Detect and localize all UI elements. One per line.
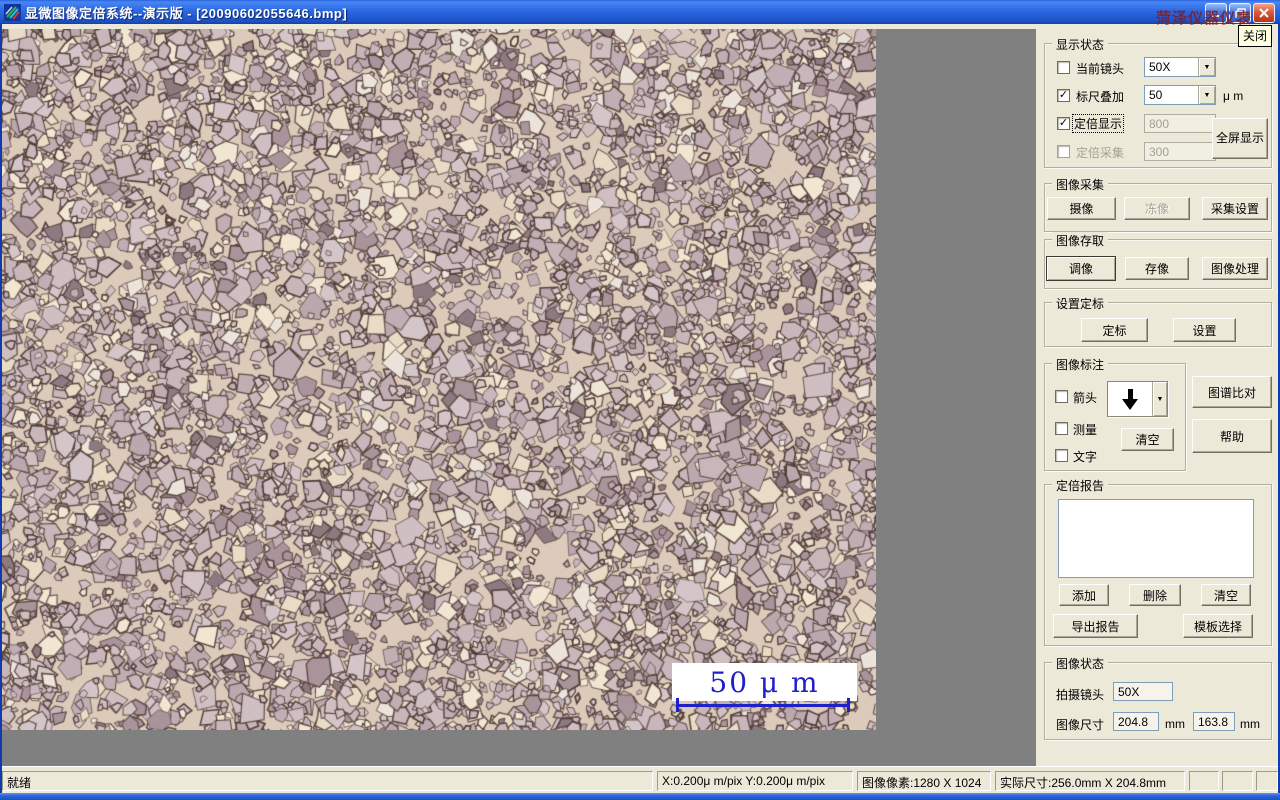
group-capture: 图像采集 摄像 冻像 采集设置 [1044, 176, 1272, 232]
image-process-button[interactable]: 图像处理 [1202, 257, 1268, 280]
measure-label: 测量 [1073, 423, 1098, 437]
report-clear-button[interactable]: 清空 [1201, 584, 1251, 606]
scalebar-tick-right [847, 698, 850, 712]
height-unit-label: mm [1240, 717, 1260, 731]
chevron-down-icon[interactable]: ▼ [1152, 382, 1167, 416]
scalebar-tick-left [676, 698, 679, 712]
app-window: 显微图像定倍系统--演示版 - [20090602055646.bmp] 菏泽仪… [0, 0, 1280, 800]
shooting-lens-field: 50X [1113, 682, 1173, 701]
fixed-capture-checkbox [1057, 145, 1070, 158]
fixed-display-checkbox[interactable]: ✓ [1057, 117, 1070, 130]
atlas-compare-button[interactable]: 图谱比对 [1192, 376, 1272, 408]
group-title: 图像存取 [1052, 232, 1109, 249]
group-display-status: 显示状态 当前镜头 50X ▼ ✓ 标尺叠加 50 ▼ μ m ✓ 定倍显示 8… [1044, 36, 1272, 168]
fixed-capture-field: 300 [1144, 142, 1216, 161]
image-width-field: 204.8 [1113, 712, 1159, 731]
calibrate-button[interactable]: 定标 [1081, 318, 1148, 342]
help-button[interactable]: 帮助 [1192, 419, 1272, 453]
window-border-left [0, 24, 2, 793]
current-lens-checkbox[interactable] [1057, 61, 1070, 74]
statusbar: 就绪 X:0.200μ m/pix Y:0.200μ m/pix 图像像素:12… [0, 766, 1280, 793]
freeze-button: 冻像 [1124, 197, 1190, 220]
scale-overlay-checkbox[interactable]: ✓ [1057, 89, 1070, 102]
status-ready: 就绪 [2, 771, 653, 791]
capture-settings-button[interactable]: 采集设置 [1202, 197, 1268, 220]
group-report: 定倍报告 添加 删除 清空 导出报告 模板选择 [1044, 477, 1272, 646]
group-image-status: 图像状态 拍摄镜头 50X 图像尺寸 204.8 mm 163.8 mm [1044, 655, 1272, 740]
image-size-label: 图像尺寸 [1056, 718, 1105, 732]
window-title: 显微图像定倍系统--演示版 - [20090602055646.bmp] [25, 5, 348, 21]
fixed-capture-label: 定倍采集 [1076, 146, 1125, 160]
report-delete-button[interactable]: 删除 [1129, 584, 1181, 606]
export-report-button[interactable]: 导出报告 [1053, 614, 1138, 638]
status-empty-3 [1256, 771, 1278, 791]
fixed-display-label: 定倍显示 [1071, 114, 1125, 133]
image-height-field: 163.8 [1193, 712, 1235, 731]
group-storage: 图像存取 调像 存像 图像处理 [1044, 232, 1272, 289]
report-add-button[interactable]: 添加 [1059, 584, 1109, 606]
scalebar-overlay: 50 μ m [672, 663, 857, 701]
save-image-button[interactable]: 存像 [1125, 257, 1189, 280]
current-lens-label: 当前镜头 [1076, 62, 1125, 76]
image-viewport: 50 μ m [1, 29, 1036, 766]
template-select-button[interactable]: 模板选择 [1183, 614, 1253, 638]
scale-unit-label: μ m [1223, 89, 1244, 103]
group-title: 图像采集 [1052, 176, 1109, 193]
status-empty-2 [1222, 771, 1253, 791]
width-unit-label: mm [1165, 717, 1185, 731]
close-tooltip: 关闭 [1238, 25, 1273, 47]
arrow-label: 箭头 [1073, 391, 1098, 405]
scalebar-line [676, 704, 850, 707]
arrow-checkbox[interactable] [1055, 390, 1068, 403]
status-actual-size: 实际尺寸:256.0mm X 204.8mm [995, 771, 1185, 791]
arrow-style-select[interactable]: ▼ [1107, 381, 1168, 417]
fullscreen-button[interactable]: 全屏显示 [1212, 118, 1268, 159]
taskbar-edge[interactable] [0, 793, 1280, 800]
group-title: 设置定标 [1052, 295, 1109, 312]
fixed-display-field: 800 [1144, 114, 1216, 133]
status-empty-1 [1189, 771, 1219, 791]
scale-overlay-select[interactable]: 50 ▼ [1144, 85, 1216, 105]
group-title: 显示状态 [1052, 36, 1109, 53]
app-icon [4, 3, 21, 21]
micrograph-image[interactable] [1, 29, 876, 730]
group-annotation: 图像标注 箭头 ▼ 测量 文字 清空 [1044, 356, 1186, 471]
calibration-settings-button[interactable]: 设置 [1173, 318, 1236, 342]
group-title: 定倍报告 [1052, 477, 1109, 494]
chevron-down-icon[interactable]: ▼ [1198, 58, 1215, 76]
group-title: 图像状态 [1052, 655, 1109, 672]
status-pixel-scale: X:0.200μ m/pix Y:0.200μ m/pix [657, 771, 853, 791]
text-checkbox[interactable] [1055, 449, 1068, 462]
text-label: 文字 [1073, 450, 1098, 464]
measure-checkbox[interactable] [1055, 422, 1068, 435]
down-arrow-icon [1122, 388, 1138, 410]
current-lens-select[interactable]: 50X ▼ [1144, 57, 1216, 77]
group-title: 图像标注 [1052, 356, 1109, 373]
chevron-down-icon[interactable]: ▼ [1198, 86, 1215, 104]
load-image-button[interactable]: 调像 [1046, 256, 1116, 281]
close-icon [1259, 8, 1269, 18]
close-button[interactable] [1253, 3, 1275, 23]
group-calibration: 设置定标 定标 设置 [1044, 295, 1272, 347]
report-listbox[interactable] [1058, 499, 1254, 578]
shooting-lens-label: 拍摄镜头 [1056, 688, 1105, 702]
status-image-pixels: 图像像素:1280 X 1024 [857, 771, 991, 791]
annotation-clear-button[interactable]: 清空 [1121, 428, 1174, 451]
scale-overlay-label: 标尺叠加 [1076, 90, 1125, 104]
titlebar[interactable]: 显微图像定倍系统--演示版 - [20090602055646.bmp] [0, 0, 1280, 24]
shoot-button[interactable]: 摄像 [1047, 197, 1116, 220]
scalebar-text: 50 μ m [709, 665, 820, 699]
